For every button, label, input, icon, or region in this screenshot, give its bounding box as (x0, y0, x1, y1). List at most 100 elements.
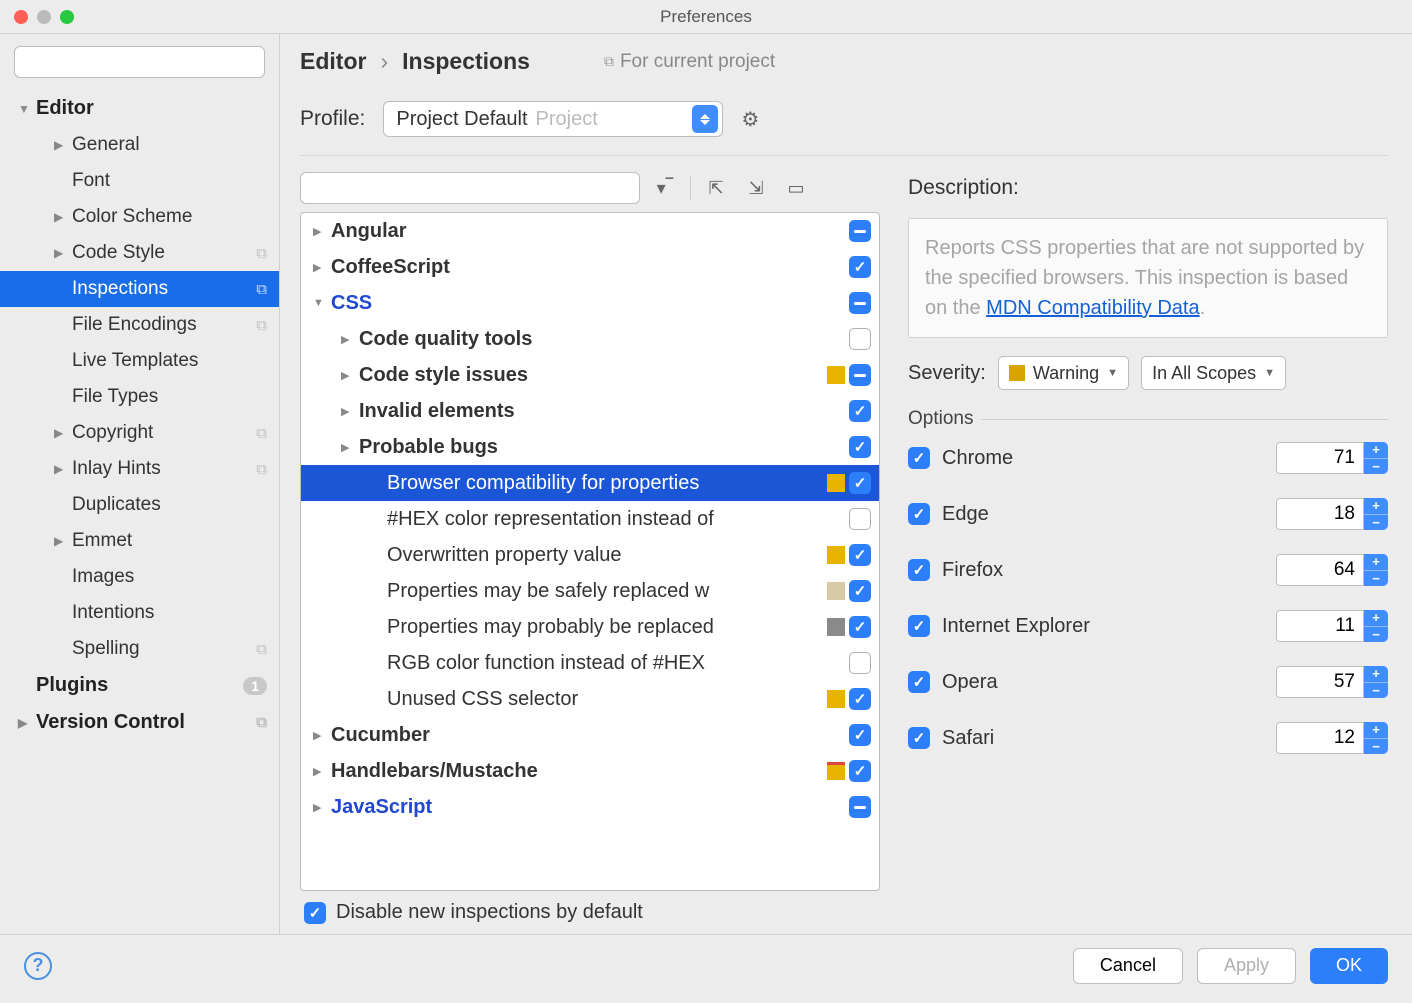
inspection-checkbox[interactable] (849, 724, 871, 746)
sidebar-item-inspections[interactable]: Inspections⧉ (0, 271, 279, 307)
tree-row[interactable]: Properties may probably be replaced (301, 609, 879, 645)
inspection-checkbox[interactable] (849, 436, 871, 458)
browser-version-input[interactable] (1276, 554, 1364, 586)
inspection-checkbox[interactable] (849, 796, 871, 818)
sidebar-item-font[interactable]: Font (0, 163, 279, 199)
ok-button[interactable]: OK (1310, 948, 1388, 984)
sidebar: ▼Editor▶GeneralFont▶Color Scheme▶Code St… (0, 34, 280, 934)
sidebar-item-file-types[interactable]: File Types (0, 379, 279, 415)
browser-checkbox[interactable] (908, 503, 930, 525)
browser-checkbox[interactable] (908, 671, 930, 693)
sidebar-item-color-scheme[interactable]: ▶Color Scheme (0, 199, 279, 235)
collapse-all-icon[interactable]: ⇲ (741, 173, 771, 203)
sidebar-item-emmet[interactable]: ▶Emmet (0, 523, 279, 559)
reset-icon[interactable]: ▭ (781, 173, 811, 203)
tree-row[interactable]: Properties may be safely replaced w (301, 573, 879, 609)
browser-version-input[interactable] (1276, 666, 1364, 698)
tree-row[interactable]: Browser compatibility for properties (301, 465, 879, 501)
severity-dropdown[interactable]: Warning ▼ (998, 356, 1129, 390)
tree-row-label: Code quality tools (359, 328, 849, 351)
inspection-checkbox[interactable] (849, 508, 871, 530)
browser-version-input[interactable] (1276, 442, 1364, 474)
browser-version-input[interactable] (1276, 498, 1364, 530)
tree-row[interactable]: ▼CSS (301, 285, 879, 321)
sidebar-item-label: Version Control (36, 711, 185, 734)
inspection-checkbox[interactable] (849, 616, 871, 638)
browser-checkbox[interactable] (908, 615, 930, 637)
sidebar-item-duplicates[interactable]: Duplicates (0, 487, 279, 523)
tree-row[interactable]: ▶Code style issues (301, 357, 879, 393)
sidebar-item-file-encodings[interactable]: File Encodings⧉ (0, 307, 279, 343)
tree-row-label: Code style issues (359, 364, 827, 387)
tree-row[interactable]: Overwritten property value (301, 537, 879, 573)
inspection-checkbox[interactable] (849, 472, 871, 494)
tree-row[interactable]: ▶CoffeeScript (301, 249, 879, 285)
version-stepper[interactable]: +− (1364, 722, 1388, 754)
inspection-checkbox[interactable] (849, 364, 871, 386)
filter-icon[interactable]: ▾▔ (650, 173, 680, 203)
tree-row[interactable]: ▶Invalid elements (301, 393, 879, 429)
tree-row[interactable]: ▶Handlebars/Mustache (301, 753, 879, 789)
inspection-checkbox[interactable] (849, 688, 871, 710)
sidebar-item-inlay-hints[interactable]: ▶Inlay Hints⧉ (0, 451, 279, 487)
sidebar-item-plugins[interactable]: Plugins1 (0, 667, 279, 704)
sidebar-item-editor[interactable]: ▼Editor (0, 90, 279, 127)
project-scope-icon: ⧉ (256, 461, 267, 478)
disable-new-checkbox[interactable] (304, 902, 326, 924)
help-button[interactable]: ? (24, 952, 52, 980)
severity-swatch-icon (827, 582, 845, 600)
profile-select[interactable]: Project Default Project (383, 101, 723, 137)
browser-name: Safari (942, 727, 1264, 750)
breadcrumb-inspections: Inspections (402, 48, 530, 75)
expand-all-icon[interactable]: ⇱ (701, 173, 731, 203)
sidebar-item-code-style[interactable]: ▶Code Style⧉ (0, 235, 279, 271)
browser-checkbox[interactable] (908, 559, 930, 581)
tree-row[interactable]: ▶Code quality tools (301, 321, 879, 357)
cancel-button[interactable]: Cancel (1073, 948, 1183, 984)
version-stepper[interactable]: +− (1364, 610, 1388, 642)
apply-button[interactable]: Apply (1197, 948, 1296, 984)
version-stepper[interactable]: +− (1364, 498, 1388, 530)
tree-row[interactable]: ▶Angular (301, 213, 879, 249)
sidebar-item-label: Intentions (72, 602, 154, 624)
inspection-checkbox[interactable] (849, 652, 871, 674)
project-scope-icon: ⧉ (256, 317, 267, 334)
sidebar-item-general[interactable]: ▶General (0, 127, 279, 163)
sidebar-item-copyright[interactable]: ▶Copyright⧉ (0, 415, 279, 451)
inspection-checkbox[interactable] (849, 256, 871, 278)
inspection-checkbox[interactable] (849, 400, 871, 422)
tree-row[interactable]: Unused CSS selector (301, 681, 879, 717)
version-stepper[interactable]: +− (1364, 442, 1388, 474)
sidebar-item-spelling[interactable]: Spelling⧉ (0, 631, 279, 667)
browser-checkbox[interactable] (908, 447, 930, 469)
sidebar-item-images[interactable]: Images (0, 559, 279, 595)
tree-row[interactable]: #HEX color representation instead of (301, 501, 879, 537)
sidebar-item-live-templates[interactable]: Live Templates (0, 343, 279, 379)
tree-row[interactable]: ▶Probable bugs (301, 429, 879, 465)
inspection-checkbox[interactable] (849, 760, 871, 782)
inspections-tree[interactable]: ▶Angular▶CoffeeScript▼CSS▶Code quality t… (300, 212, 880, 891)
browser-version-input[interactable] (1276, 722, 1364, 754)
inspection-checkbox[interactable] (849, 220, 871, 242)
arrow-icon: ▶ (54, 534, 72, 548)
browser-checkbox[interactable] (908, 727, 930, 749)
version-stepper[interactable]: +− (1364, 666, 1388, 698)
mdn-link[interactable]: MDN Compatibility Data (986, 297, 1199, 319)
inspection-checkbox[interactable] (849, 544, 871, 566)
gear-icon[interactable]: ⚙ (741, 107, 759, 132)
inspection-checkbox[interactable] (849, 580, 871, 602)
inspection-search-input[interactable] (300, 172, 640, 204)
sidebar-item-label: Editor (36, 97, 94, 120)
sidebar-search-input[interactable] (14, 46, 265, 78)
version-stepper[interactable]: +− (1364, 554, 1388, 586)
sidebar-item-version-control[interactable]: ▶Version Control⧉ (0, 704, 279, 741)
sidebar-item-intentions[interactable]: Intentions (0, 595, 279, 631)
browser-version-input[interactable] (1276, 610, 1364, 642)
tree-row[interactable]: ▶JavaScript (301, 789, 879, 825)
tree-row[interactable]: ▶Cucumber (301, 717, 879, 753)
tree-row[interactable]: RGB color function instead of #HEX (301, 645, 879, 681)
inspection-checkbox[interactable] (849, 328, 871, 350)
browser-name: Firefox (942, 559, 1264, 582)
inspection-checkbox[interactable] (849, 292, 871, 314)
scope-dropdown[interactable]: In All Scopes ▼ (1141, 356, 1286, 390)
